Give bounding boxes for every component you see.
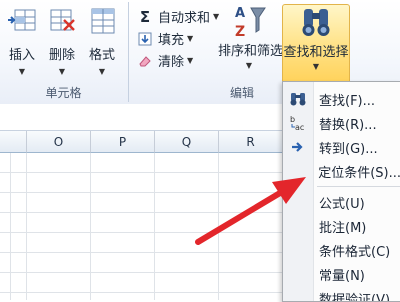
format-label: 格式 bbox=[82, 44, 122, 63]
column-header[interactable]: O bbox=[27, 131, 91, 153]
sigma-icon: Σ bbox=[137, 9, 153, 25]
menu-item-find[interactable]: 查找(F)... bbox=[283, 87, 400, 111]
svg-text:ac: ac bbox=[295, 123, 304, 132]
menu-item-label: 转到(G)... bbox=[313, 138, 378, 157]
insert-label: 插入 bbox=[2, 44, 42, 63]
delete-cells-icon bbox=[47, 6, 77, 36]
menu-item-label: 定位条件(S)... bbox=[312, 162, 400, 181]
menu-item-label: 常量(N) bbox=[313, 265, 365, 284]
delete-label: 删除 bbox=[42, 44, 82, 63]
chevron-down-icon: ▼ bbox=[187, 56, 193, 65]
autosum-label: 自动求和 bbox=[158, 7, 210, 26]
svg-text:A: A bbox=[235, 6, 245, 21]
svg-text:Z: Z bbox=[235, 24, 245, 40]
menu-item-goto-special[interactable]: 定位条件(S)... bbox=[283, 159, 400, 183]
menu-item-label: 批注(M) bbox=[313, 217, 366, 236]
menu-item-comments[interactable]: 批注(M) bbox=[283, 214, 400, 238]
delete-button[interactable]: 删除 ▼ bbox=[42, 6, 82, 76]
column-header[interactable]: Q bbox=[155, 131, 219, 153]
menu-separator bbox=[317, 186, 400, 187]
find-select-button[interactable]: 查找和选择 ▼ bbox=[282, 4, 350, 84]
menu-item-label: 条件格式(C) bbox=[313, 241, 390, 260]
sort-az-icon: A Z bbox=[218, 4, 280, 40]
row-header-corner[interactable] bbox=[0, 131, 27, 153]
autosum-button[interactable]: Σ 自动求和 ▼ bbox=[137, 7, 219, 26]
insert-cells-icon bbox=[7, 6, 37, 36]
replace-icon: b ac bbox=[283, 114, 313, 132]
chevron-down-icon: ▼ bbox=[82, 67, 122, 76]
find-select-label: 查找和选择 bbox=[283, 41, 349, 60]
menu-item-replace[interactable]: b ac 替换(R)... bbox=[283, 111, 400, 135]
chevron-down-icon: ▼ bbox=[187, 34, 193, 43]
arrow-right-icon bbox=[283, 141, 313, 153]
menu-item-formulas[interactable]: 公式(U) bbox=[283, 190, 400, 214]
menu-item-label: 替换(R)... bbox=[313, 114, 377, 133]
format-button[interactable]: 格式 ▼ bbox=[82, 6, 122, 76]
column-header[interactable]: R bbox=[219, 131, 283, 153]
chevron-down-icon: ▼ bbox=[2, 67, 42, 76]
chevron-down-icon: ▼ bbox=[42, 67, 82, 76]
clear-label: 清除 bbox=[158, 51, 184, 70]
cells-group-label: 单元格 bbox=[0, 84, 127, 101]
sort-filter-label: 排序和筛选 bbox=[218, 40, 280, 59]
fill-label: 填充 bbox=[158, 29, 184, 48]
format-cells-icon bbox=[87, 6, 117, 36]
eraser-icon bbox=[137, 53, 153, 69]
insert-button[interactable]: 插入 ▼ bbox=[2, 6, 42, 76]
find-select-menu: 查找(F)... b ac 替换(R)... 转到(G)... 定位条件(S).… bbox=[282, 81, 400, 302]
chevron-down-icon: ▼ bbox=[218, 61, 280, 70]
menu-item-label: 公式(U) bbox=[313, 193, 365, 212]
fill-button[interactable]: 填充 ▼ bbox=[137, 29, 193, 48]
column-header[interactable]: P bbox=[91, 131, 155, 153]
menu-item-goto[interactable]: 转到(G)... bbox=[283, 135, 400, 159]
binoculars-icon bbox=[283, 5, 349, 41]
chevron-down-icon: ▼ bbox=[283, 62, 349, 71]
binoculars-icon bbox=[283, 92, 313, 106]
menu-item-label: 查找(F)... bbox=[313, 90, 375, 109]
sort-filter-button[interactable]: A Z 排序和筛选 ▼ bbox=[218, 4, 280, 70]
menu-item-conditional-format[interactable]: 条件格式(C) bbox=[283, 238, 400, 262]
clear-button[interactable]: 清除 ▼ bbox=[137, 51, 193, 70]
menu-item-constants[interactable]: 常量(N) bbox=[283, 262, 400, 286]
fill-down-icon bbox=[137, 31, 153, 47]
